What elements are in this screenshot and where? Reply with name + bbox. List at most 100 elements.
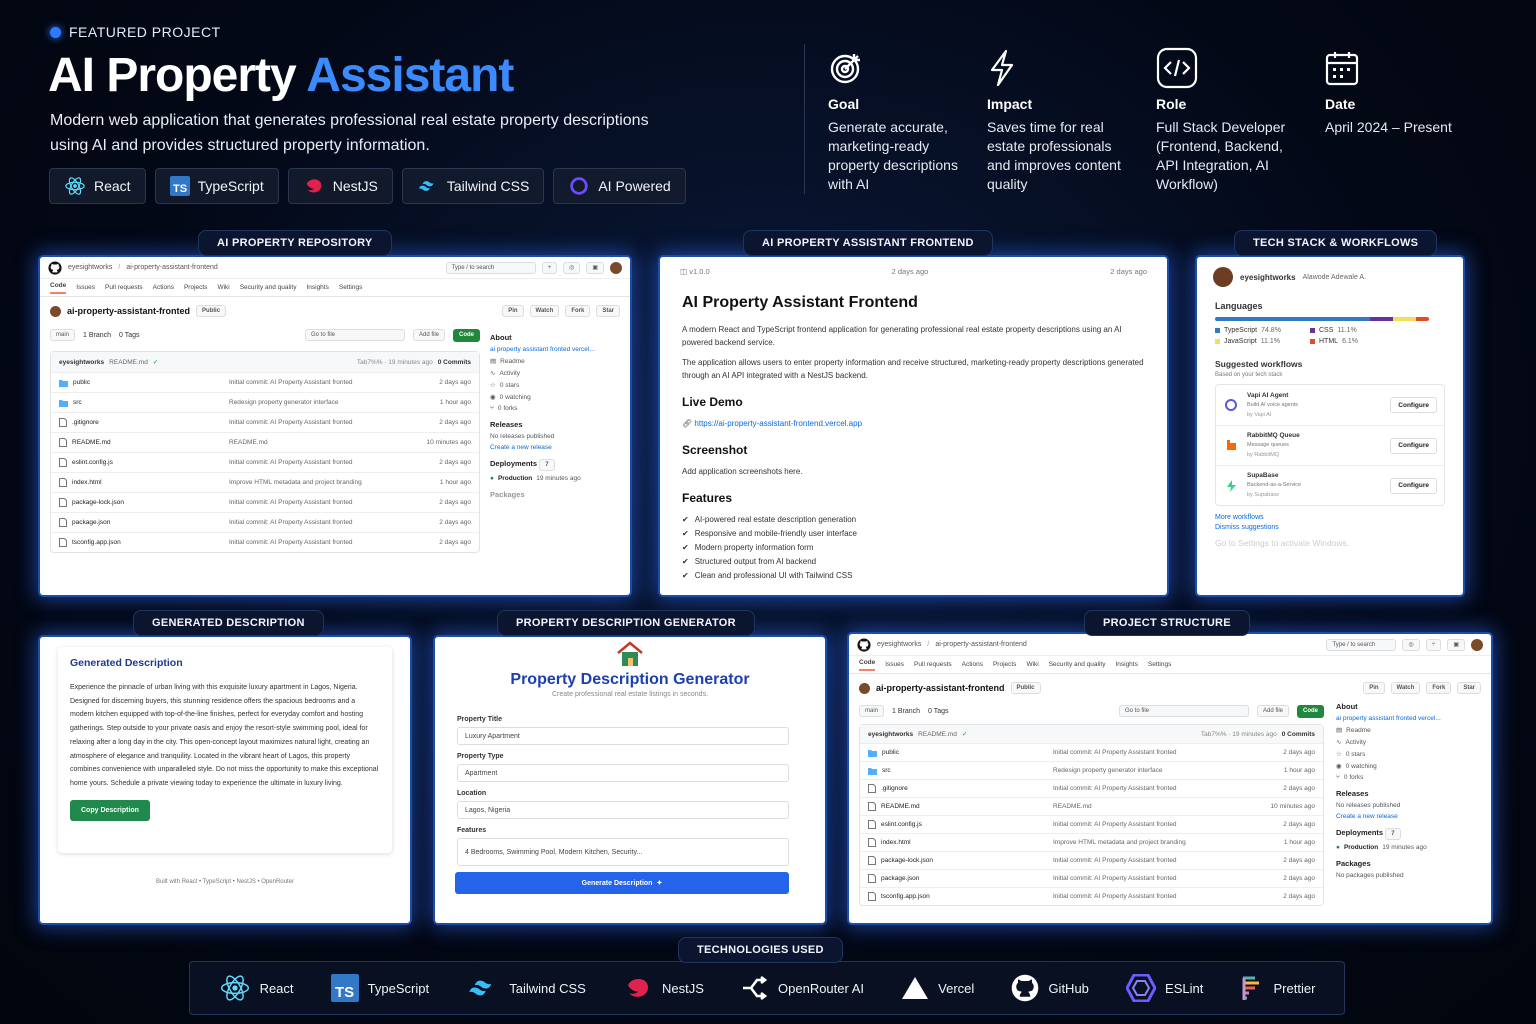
tab-insights[interactable]: Insights xyxy=(1115,661,1137,668)
commit-message[interactable]: Initial commit: AI Property Assistant fr… xyxy=(229,539,411,546)
commit-message[interactable]: Redesign property generator interface xyxy=(229,399,411,406)
tab-code[interactable]: Code xyxy=(50,282,67,294)
commit-message[interactable]: Initial commit: AI Property Assistant fr… xyxy=(1053,875,1255,882)
commit-message[interactable]: Initial commit: AI Property Assistant fr… xyxy=(1053,785,1255,792)
tab-projects[interactable]: Projects xyxy=(993,661,1016,668)
watch-button[interactable]: Watch xyxy=(529,305,560,317)
file-row[interactable]: src Redesign property generator interface… xyxy=(860,761,1323,779)
tab-insights[interactable]: Insights xyxy=(306,284,328,291)
branch-count[interactable]: 1 Branch xyxy=(892,708,920,715)
file-name[interactable]: public xyxy=(73,379,90,386)
file-row[interactable]: .gitignore Initial commit: AI Property As… xyxy=(51,412,479,432)
file-row[interactable]: package-lock.json Initial commit: AI Prop… xyxy=(860,851,1323,869)
features-textarea[interactable]: 4 Bedrooms, Swimming Pool, Modern Kitche… xyxy=(457,838,789,866)
commit-message[interactable]: Initial commit: AI Property Assistant fr… xyxy=(229,519,411,526)
commit-message[interactable]: Initial commit: AI Property Assistant fr… xyxy=(229,459,411,466)
tab-projects[interactable]: Projects xyxy=(184,284,207,291)
add-file-button[interactable]: Add file xyxy=(1256,705,1289,717)
issues-icon[interactable]: ◎ xyxy=(563,261,581,274)
commit-message[interactable]: Initial commit: AI Property Assistant fr… xyxy=(1053,821,1255,828)
commit-message[interactable]: Initial commit: AI Property Assistant fr… xyxy=(229,379,411,386)
field-input[interactable]: Lagos, Nigeria xyxy=(457,801,789,819)
pin-button[interactable]: Pin xyxy=(1363,682,1385,694)
tab-code[interactable]: Code xyxy=(859,659,876,671)
chip-tailwind[interactable]: Tailwind CSS xyxy=(401,168,545,204)
about-link[interactable]: ai property assistant fronted vercel... xyxy=(490,346,620,353)
tab-security[interactable]: Security and quality xyxy=(240,284,297,291)
tab-issues[interactable]: Issues xyxy=(885,661,904,668)
star-button[interactable]: Star xyxy=(596,305,620,317)
tag-count[interactable]: 0 Tags xyxy=(119,332,140,339)
tab-actions[interactable]: Actions xyxy=(962,661,983,668)
configure-button[interactable]: Configure xyxy=(1390,437,1437,454)
file-row[interactable]: index.html Improve HTML metadata and proj… xyxy=(860,833,1323,851)
configure-button[interactable]: Configure xyxy=(1390,477,1437,494)
file-name[interactable]: package.json xyxy=(881,875,919,882)
tab-security[interactable]: Security and quality xyxy=(1049,661,1106,668)
tab-actions[interactable]: Actions xyxy=(153,284,174,291)
inbox-icon[interactable]: ▣ xyxy=(1447,638,1465,651)
repo-name[interactable]: ai-property-assistant-fronted xyxy=(67,306,190,316)
commit-message[interactable]: Initial commit: AI Property Assistant fr… xyxy=(229,499,411,506)
tab-settings[interactable]: Settings xyxy=(1148,661,1172,668)
file-row[interactable]: eslint.config.js Initial commit: AI Prope… xyxy=(51,452,479,472)
star-button[interactable]: Star xyxy=(1457,682,1481,694)
file-row[interactable]: src Redesign property generator interface… xyxy=(51,392,479,412)
generate-description-button[interactable]: Generate Description ✦ xyxy=(455,872,789,894)
file-name[interactable]: index.html xyxy=(72,479,102,486)
file-name[interactable]: package.json xyxy=(72,519,110,526)
commit-message[interactable]: Initial commit: AI Property Assistant fr… xyxy=(1053,749,1255,756)
commit-message[interactable]: Improve HTML metadata and project brandi… xyxy=(229,479,411,486)
branch-select[interactable]: main xyxy=(50,329,76,341)
file-name[interactable]: .gitignore xyxy=(72,419,99,426)
goto-file-input[interactable]: Go to file xyxy=(304,329,405,341)
chip-react[interactable]: React xyxy=(49,168,146,204)
file-name[interactable]: src xyxy=(73,399,82,406)
file-name[interactable]: package-lock.json xyxy=(881,857,933,864)
file-row[interactable]: tsconfig.app.json Initial commit: AI Prop… xyxy=(51,532,479,552)
tab-issues[interactable]: Issues xyxy=(76,284,95,291)
file-row[interactable]: README.md README.md 10 minutes ago xyxy=(51,432,479,452)
file-name[interactable]: eslint.config.js xyxy=(72,459,113,466)
repo-name[interactable]: ai-property-assistant-frontend xyxy=(876,683,1005,693)
file-row[interactable]: index.html Improve HTML metadata and proj… xyxy=(51,472,479,492)
commit-message[interactable]: Redesign property generator interface xyxy=(1053,767,1255,774)
file-row[interactable]: tsconfig.app.json Initial commit: AI Prop… xyxy=(860,887,1323,905)
copy-description-button[interactable]: Copy Description xyxy=(70,799,150,821)
pr-icon[interactable]: ⑂ xyxy=(1425,638,1442,651)
branch-count[interactable]: 1 Branch xyxy=(83,332,111,339)
goto-file-input[interactable]: Go to file xyxy=(1118,705,1249,717)
field-input[interactable]: Luxury Apartment xyxy=(457,727,789,745)
file-name[interactable]: eslint.config.js xyxy=(881,821,922,828)
file-name[interactable]: tsconfig.app.json xyxy=(72,539,121,546)
pin-button[interactable]: Pin xyxy=(502,305,524,317)
plus-icon[interactable]: + xyxy=(541,261,558,274)
add-file-button[interactable]: Add file xyxy=(412,329,445,341)
inbox-icon[interactable]: ▣ xyxy=(586,261,604,274)
file-row[interactable]: README.md README.md 10 minutes ago xyxy=(860,797,1323,815)
chip-ai-powered[interactable]: AI Powered xyxy=(553,168,686,204)
file-name[interactable]: .gitignore xyxy=(881,785,908,792)
about-link[interactable]: ai property assistant fronted vercel... xyxy=(1336,715,1479,722)
tab-pull-requests[interactable]: Pull requests xyxy=(914,661,952,668)
commit-message[interactable]: Initial commit: AI Property Assistant fr… xyxy=(229,419,411,426)
code-button[interactable]: Code xyxy=(1297,704,1324,718)
commit-message[interactable]: Initial commit: AI Property Assistant fr… xyxy=(1053,893,1255,900)
file-name[interactable]: README.md xyxy=(881,803,920,810)
file-name[interactable]: index.html xyxy=(881,839,911,846)
commit-message[interactable]: README.md xyxy=(229,439,411,446)
watch-button[interactable]: Watch xyxy=(1390,682,1421,694)
fork-button[interactable]: Fork xyxy=(565,305,591,317)
search-box[interactable]: Type / to search xyxy=(1326,638,1397,651)
configure-button[interactable]: Configure xyxy=(1390,397,1437,413)
tab-wiki[interactable]: Wiki xyxy=(1026,661,1038,668)
avatar[interactable] xyxy=(1471,638,1483,651)
file-name[interactable]: tsconfig.app.json xyxy=(881,893,930,900)
chip-typescript[interactable]: TS TypeScript xyxy=(154,168,279,204)
file-row[interactable]: public Initial commit: AI Property Assist… xyxy=(860,743,1323,761)
file-row[interactable]: package.json Initial commit: AI Property … xyxy=(51,512,479,532)
tab-pull-requests[interactable]: Pull requests xyxy=(105,284,143,291)
issues-icon[interactable]: ◎ xyxy=(1402,638,1420,651)
tab-settings[interactable]: Settings xyxy=(339,284,363,291)
file-row[interactable]: package.json Initial commit: AI Property … xyxy=(860,869,1323,887)
